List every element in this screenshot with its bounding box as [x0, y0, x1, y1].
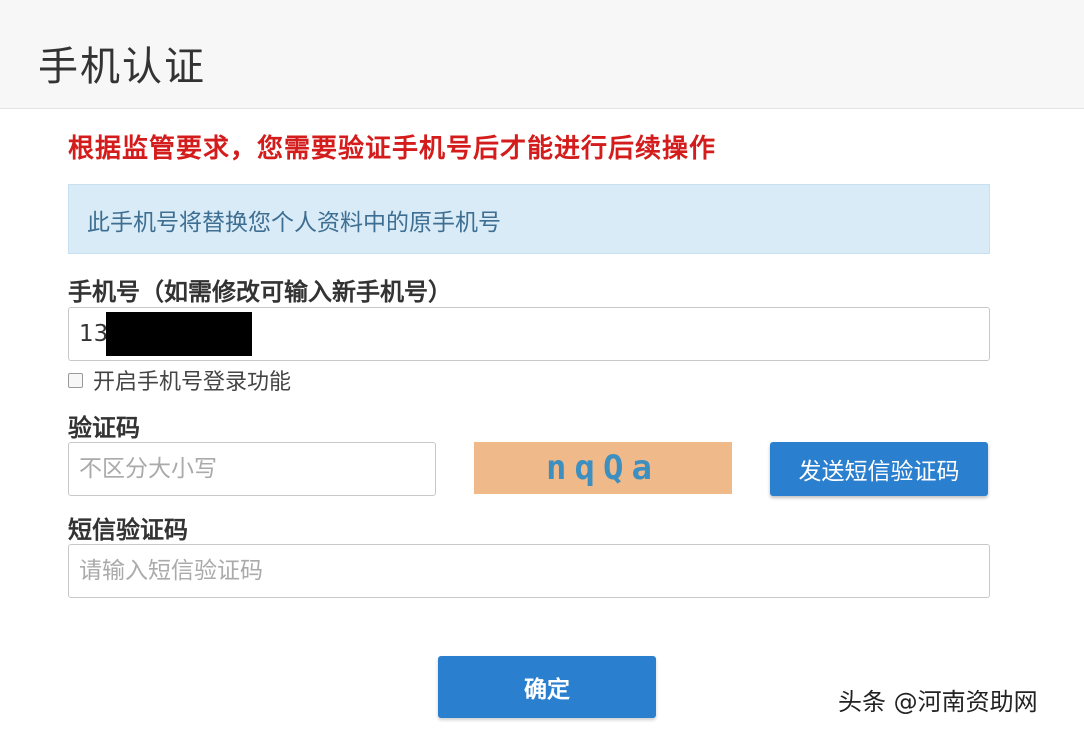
info-notice: 此手机号将替换您个人资料中的原手机号 — [68, 184, 990, 254]
phone-label: 手机号（如需修改可输入新手机号） — [68, 278, 452, 306]
regulation-warning: 根据监管要求，您需要验证手机号后才能进行后续操作 — [68, 134, 717, 164]
confirm-button[interactable]: 确定 — [438, 656, 656, 718]
page-header: 手机认证 — [0, 0, 1084, 109]
captcha-image[interactable]: nqQa — [474, 442, 732, 494]
login-option-checkbox[interactable] — [68, 372, 83, 388]
page-title: 手机认证 — [38, 44, 206, 90]
captcha-label: 验证码 — [68, 414, 140, 442]
captcha-image-text: nqQa — [546, 448, 660, 488]
redacted-phone-digits — [106, 312, 252, 356]
watermark: 头条 @河南资助网 — [838, 688, 1038, 716]
captcha-input[interactable] — [68, 442, 436, 496]
info-notice-text: 此手机号将替换您个人资料中的原手机号 — [87, 210, 501, 236]
login-option-row[interactable]: 开启手机号登录功能 — [68, 366, 292, 395]
sms-code-label: 短信验证码 — [68, 516, 188, 544]
sms-code-input[interactable] — [68, 544, 990, 598]
login-option-label: 开启手机号登录功能 — [93, 370, 292, 395]
send-sms-code-button[interactable]: 发送短信验证码 — [770, 442, 988, 496]
